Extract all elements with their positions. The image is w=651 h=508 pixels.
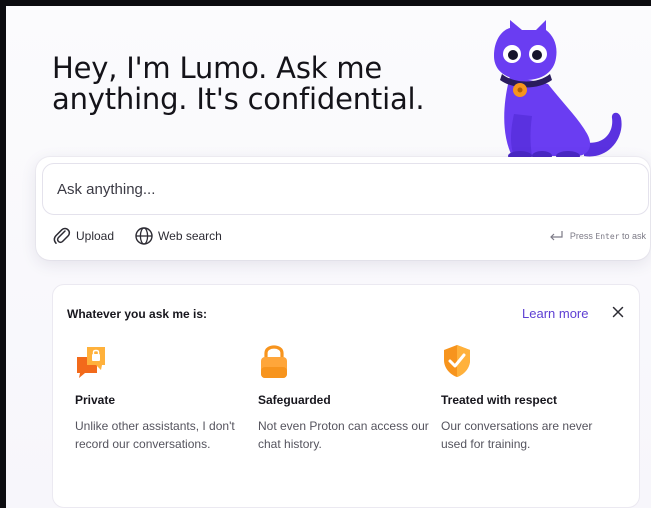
paperclip-icon xyxy=(53,227,71,244)
feature-respect-description: Our conversations are never used for tra… xyxy=(441,419,593,451)
padlock-icon xyxy=(261,345,287,378)
private-chat-icon xyxy=(77,347,105,378)
shield-check-icon xyxy=(444,345,470,377)
web-search-label: Web search xyxy=(158,229,222,243)
ask-input[interactable] xyxy=(42,163,649,215)
feature-private: Private Unlike other assistants, I don't… xyxy=(75,343,255,453)
feature-private-title: Private xyxy=(75,393,116,407)
info-card-title: Whatever you ask me is: xyxy=(67,307,208,321)
close-icon xyxy=(612,306,624,318)
upload-label: Upload xyxy=(76,229,115,243)
upload-button[interactable]: Upload xyxy=(52,226,114,246)
press-prefix: Press xyxy=(569,231,593,241)
learn-more-link[interactable]: Learn more xyxy=(522,306,588,321)
web-search-button[interactable]: Web search xyxy=(134,226,222,246)
privacy-info-card: Whatever you ask me is: Learn more Priva… xyxy=(52,284,640,508)
hero-title-line-2: anything. It's confidential. xyxy=(52,82,425,116)
feature-safeguarded-description: Not even Proton can access our chat hist… xyxy=(258,419,429,451)
feature-respect: Treated with respect Our conversations a… xyxy=(441,343,621,453)
feature-respect-title: Treated with respect xyxy=(441,393,558,407)
enter-key-icon xyxy=(549,231,563,241)
press-suffix: to ask xyxy=(621,231,646,241)
composer: Upload Web search Press Enter to ask xyxy=(36,157,650,260)
globe-icon xyxy=(135,227,153,245)
press-enter-hint: Press Enter to ask xyxy=(548,230,646,242)
feature-private-description: Unlike other assistants, I don't record … xyxy=(75,419,235,451)
feature-safeguarded-title: Safeguarded xyxy=(258,393,331,407)
composer-tools: Upload Web search xyxy=(52,226,222,246)
feature-safeguarded: Safeguarded Not even Proton can access o… xyxy=(258,343,438,453)
lumo-cat-mascot xyxy=(494,20,622,161)
hero-title: Hey, I'm Lumo. Ask me anything. It's con… xyxy=(52,53,472,115)
close-info-card-button[interactable] xyxy=(610,304,626,320)
press-key: Enter xyxy=(595,232,620,241)
hero-title-line-1: Hey, I'm Lumo. Ask me xyxy=(52,51,383,85)
lumo-home: Hey, I'm Lumo. Ask me anything. It's con… xyxy=(6,6,651,508)
